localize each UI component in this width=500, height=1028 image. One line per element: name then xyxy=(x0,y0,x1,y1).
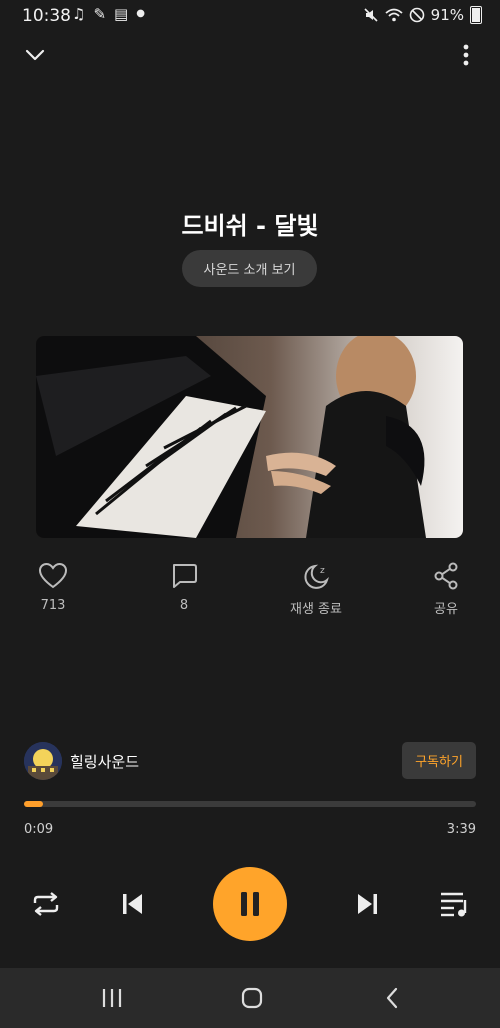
wifi-icon xyxy=(385,8,403,22)
pause-button[interactable] xyxy=(213,867,287,941)
dot-icon: ● xyxy=(136,8,145,19)
like-count: 713 xyxy=(40,598,66,613)
battery-icon xyxy=(470,6,482,24)
next-button[interactable] xyxy=(350,886,386,922)
current-time: 0:09 xyxy=(24,822,54,837)
next-icon xyxy=(358,894,377,914)
sleep-timer-button[interactable]: z 재생 종료 xyxy=(276,562,356,617)
chevron-down-icon xyxy=(25,49,45,61)
recent-apps-icon xyxy=(102,989,122,1007)
music-note-icon: ♫ xyxy=(72,5,86,23)
repeat-button[interactable] xyxy=(28,886,64,922)
svg-text:z: z xyxy=(320,566,325,576)
feather-icon: ✎ xyxy=(93,5,107,23)
status-time: 10:38 xyxy=(22,6,71,26)
pause-icon xyxy=(241,892,259,916)
home-button[interactable] xyxy=(232,982,272,1014)
comment-icon xyxy=(173,564,197,588)
repeat-icon xyxy=(33,892,59,916)
channel-row: 힐링사운드 구독하기 xyxy=(24,742,476,780)
track-title: 드비쉬 - 달빛 xyxy=(181,212,319,240)
piano-player-image xyxy=(36,336,463,538)
progress-bar[interactable] xyxy=(24,801,476,807)
system-nav-bar xyxy=(0,968,500,1028)
subscribe-button[interactable]: 구독하기 xyxy=(402,742,476,779)
action-row: 713 8 z 재생 종료 공유 xyxy=(0,562,500,622)
channel-avatar[interactable] xyxy=(24,742,62,780)
comment-button[interactable]: 8 xyxy=(144,562,224,613)
like-button[interactable]: 713 xyxy=(13,562,93,613)
more-vertical-icon xyxy=(463,44,469,66)
moon-village-avatar-icon xyxy=(24,742,62,780)
channel-name[interactable]: 힐링사운드 xyxy=(70,751,139,772)
share-label: 공유 xyxy=(434,602,458,617)
share-button[interactable]: 공유 xyxy=(406,562,486,617)
do-not-disturb-icon xyxy=(409,7,424,23)
playlist-button[interactable] xyxy=(436,886,472,922)
battery-text: 91% xyxy=(430,6,464,24)
status-bar: 10:38 ♫ ✎ ▤ ● 91% xyxy=(0,0,500,32)
sound-intro-button[interactable]: 사운드 소개 보기 xyxy=(182,250,317,287)
collapse-button[interactable] xyxy=(20,40,50,70)
heart-icon xyxy=(38,562,68,589)
back-icon xyxy=(386,987,398,1009)
previous-button[interactable] xyxy=(114,886,150,922)
mute-icon xyxy=(364,8,378,22)
previous-icon xyxy=(123,894,142,914)
playlist-icon xyxy=(441,892,467,917)
more-options-button[interactable] xyxy=(451,40,481,70)
video-thumbnail[interactable] xyxy=(36,336,463,538)
recent-apps-button[interactable] xyxy=(92,982,132,1014)
news-icon: ▤ xyxy=(114,5,129,23)
home-icon xyxy=(241,987,263,1009)
duration-time: 3:39 xyxy=(446,822,476,837)
comment-count: 8 xyxy=(179,598,189,613)
sleep-timer-icon: z xyxy=(304,564,329,589)
back-button[interactable] xyxy=(372,982,412,1014)
sleep-timer-label: 재생 종료 xyxy=(290,602,342,617)
progress-fill xyxy=(24,801,43,807)
share-icon xyxy=(434,562,458,590)
